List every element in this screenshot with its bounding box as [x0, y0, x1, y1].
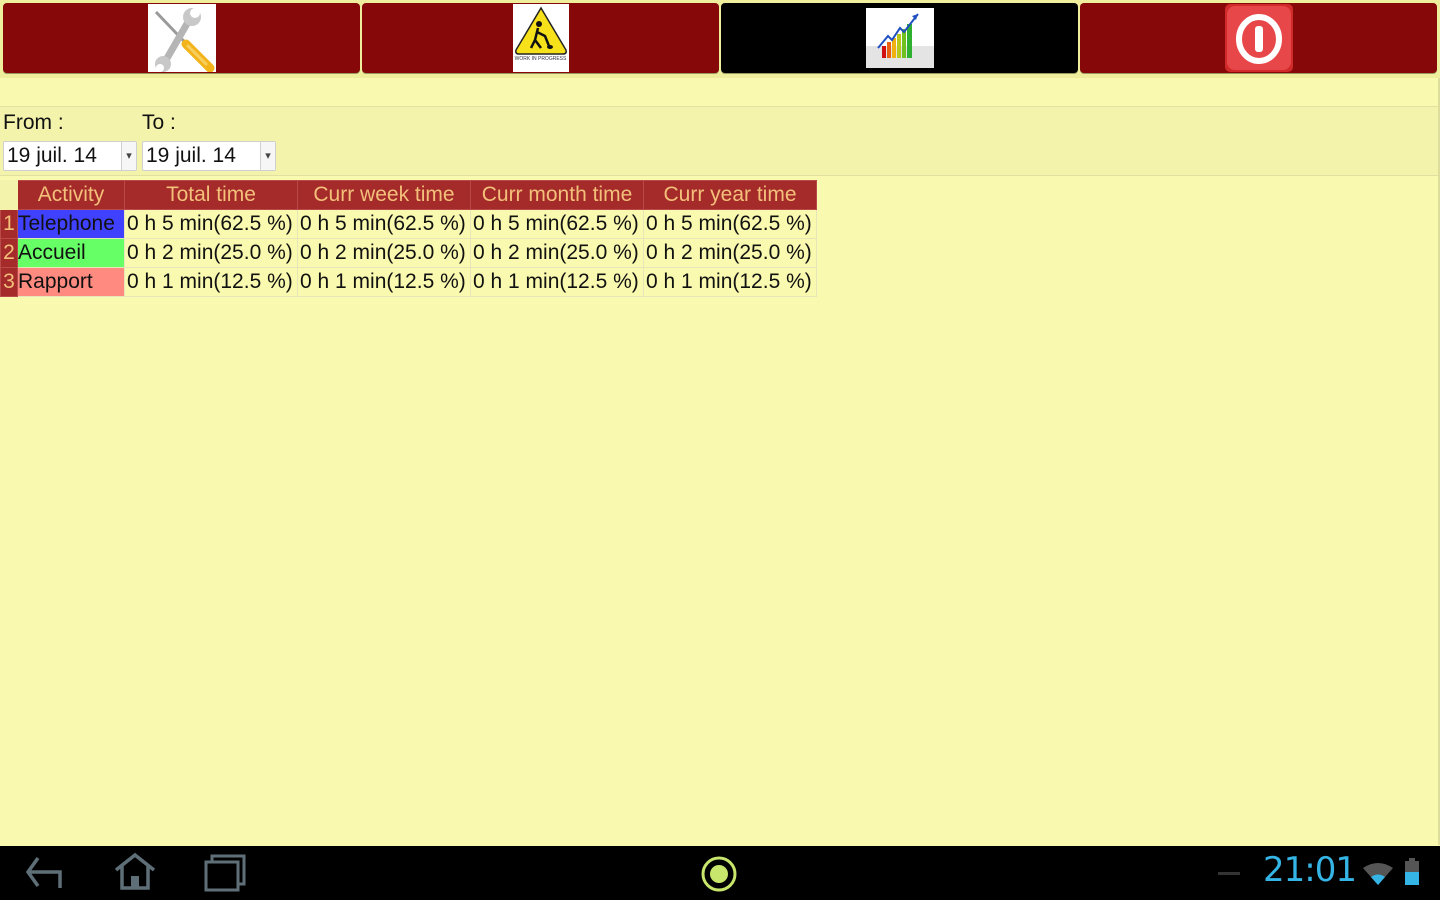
- table-row[interactable]: 2 Accueil 0 h 2 min(25.0 %) 0 h 2 min(25…: [0, 238, 817, 268]
- home-icon[interactable]: [112, 852, 158, 897]
- year-time-cell: 0 h 5 min(62.5 %): [643, 209, 817, 239]
- activity-stats-table: Activity Total time Curr week time Curr …: [0, 180, 817, 297]
- month-time-cell: 0 h 5 min(62.5 %): [470, 209, 644, 239]
- battery-icon: [1404, 858, 1420, 891]
- settings-button[interactable]: [3, 3, 360, 73]
- from-date-picker[interactable]: 19 juil. 14 ▾: [3, 141, 137, 171]
- dropdown-arrow-icon[interactable]: ▾: [260, 142, 275, 170]
- wip-caption: WORK IN PROGRESS: [514, 56, 567, 62]
- header-activity: Activity: [17, 180, 125, 210]
- top-toolbar: WORK IN PROGRESS: [0, 0, 1440, 79]
- month-time-cell: 0 h 1 min(12.5 %): [470, 267, 644, 297]
- row-index: 2: [0, 238, 18, 268]
- year-time-cell: 0 h 1 min(12.5 %): [643, 267, 817, 297]
- total-time-cell: 0 h 2 min(25.0 %): [124, 238, 298, 268]
- back-icon[interactable]: [24, 854, 64, 897]
- from-label: From :: [3, 111, 64, 134]
- to-label: To :: [142, 111, 176, 134]
- table-header-row: Activity Total time Curr week time Curr …: [0, 180, 817, 210]
- recent-apps-icon[interactable]: [204, 854, 248, 897]
- spacer-strip: [0, 78, 1438, 107]
- header-year-time: Curr year time: [643, 180, 817, 210]
- row-index: 1: [0, 209, 18, 239]
- tools-icon: [147, 4, 216, 72]
- dropdown-arrow-icon[interactable]: ▾: [121, 142, 136, 170]
- wifi-icon: [1362, 862, 1394, 891]
- month-time-cell: 0 h 2 min(25.0 %): [470, 238, 644, 268]
- week-time-cell: 0 h 5 min(62.5 %): [297, 209, 471, 239]
- activity-name: Rapport: [17, 267, 125, 297]
- year-time-cell: 0 h 2 min(25.0 %): [643, 238, 817, 268]
- header-total-time: Total time: [124, 180, 298, 210]
- power-button[interactable]: [1080, 3, 1437, 73]
- to-date-value: 19 juil. 14: [146, 144, 236, 167]
- week-time-cell: 0 h 2 min(25.0 %): [297, 238, 471, 268]
- total-time-cell: 0 h 5 min(62.5 %): [124, 209, 298, 239]
- statistics-button[interactable]: [721, 3, 1078, 73]
- work-in-progress-icon: WORK IN PROGRESS: [512, 4, 569, 72]
- table-row[interactable]: 1 Telephone 0 h 5 min(62.5 %) 0 h 5 min(…: [0, 209, 817, 239]
- table-row[interactable]: 3 Rapport 0 h 1 min(12.5 %) 0 h 1 min(12…: [0, 267, 817, 297]
- header-week-time: Curr week time: [297, 180, 471, 210]
- power-icon: [1224, 4, 1293, 72]
- week-time-cell: 0 h 1 min(12.5 %): [297, 267, 471, 297]
- header-month-time: Curr month time: [470, 180, 644, 210]
- activity-name: Telephone: [17, 209, 125, 239]
- notification-dash-icon[interactable]: [1218, 872, 1240, 875]
- row-index: 3: [0, 267, 18, 297]
- activity-name: Accueil: [17, 238, 125, 268]
- to-date-picker[interactable]: 19 juil. 14 ▾: [142, 141, 276, 171]
- date-filter-panel: From : To : 19 juil. 14 ▾ 19 juil. 14 ▾: [0, 107, 1438, 176]
- app-indicator-icon[interactable]: [700, 855, 738, 898]
- from-date-value: 19 juil. 14: [7, 144, 97, 167]
- work-in-progress-button[interactable]: WORK IN PROGRESS: [362, 3, 719, 73]
- growth-chart-icon: [865, 8, 934, 68]
- corner-cell: [0, 180, 18, 210]
- clock[interactable]: 21:01: [1263, 850, 1357, 890]
- total-time-cell: 0 h 1 min(12.5 %): [124, 267, 298, 297]
- system-navigation-bar: 21:01: [0, 846, 1440, 900]
